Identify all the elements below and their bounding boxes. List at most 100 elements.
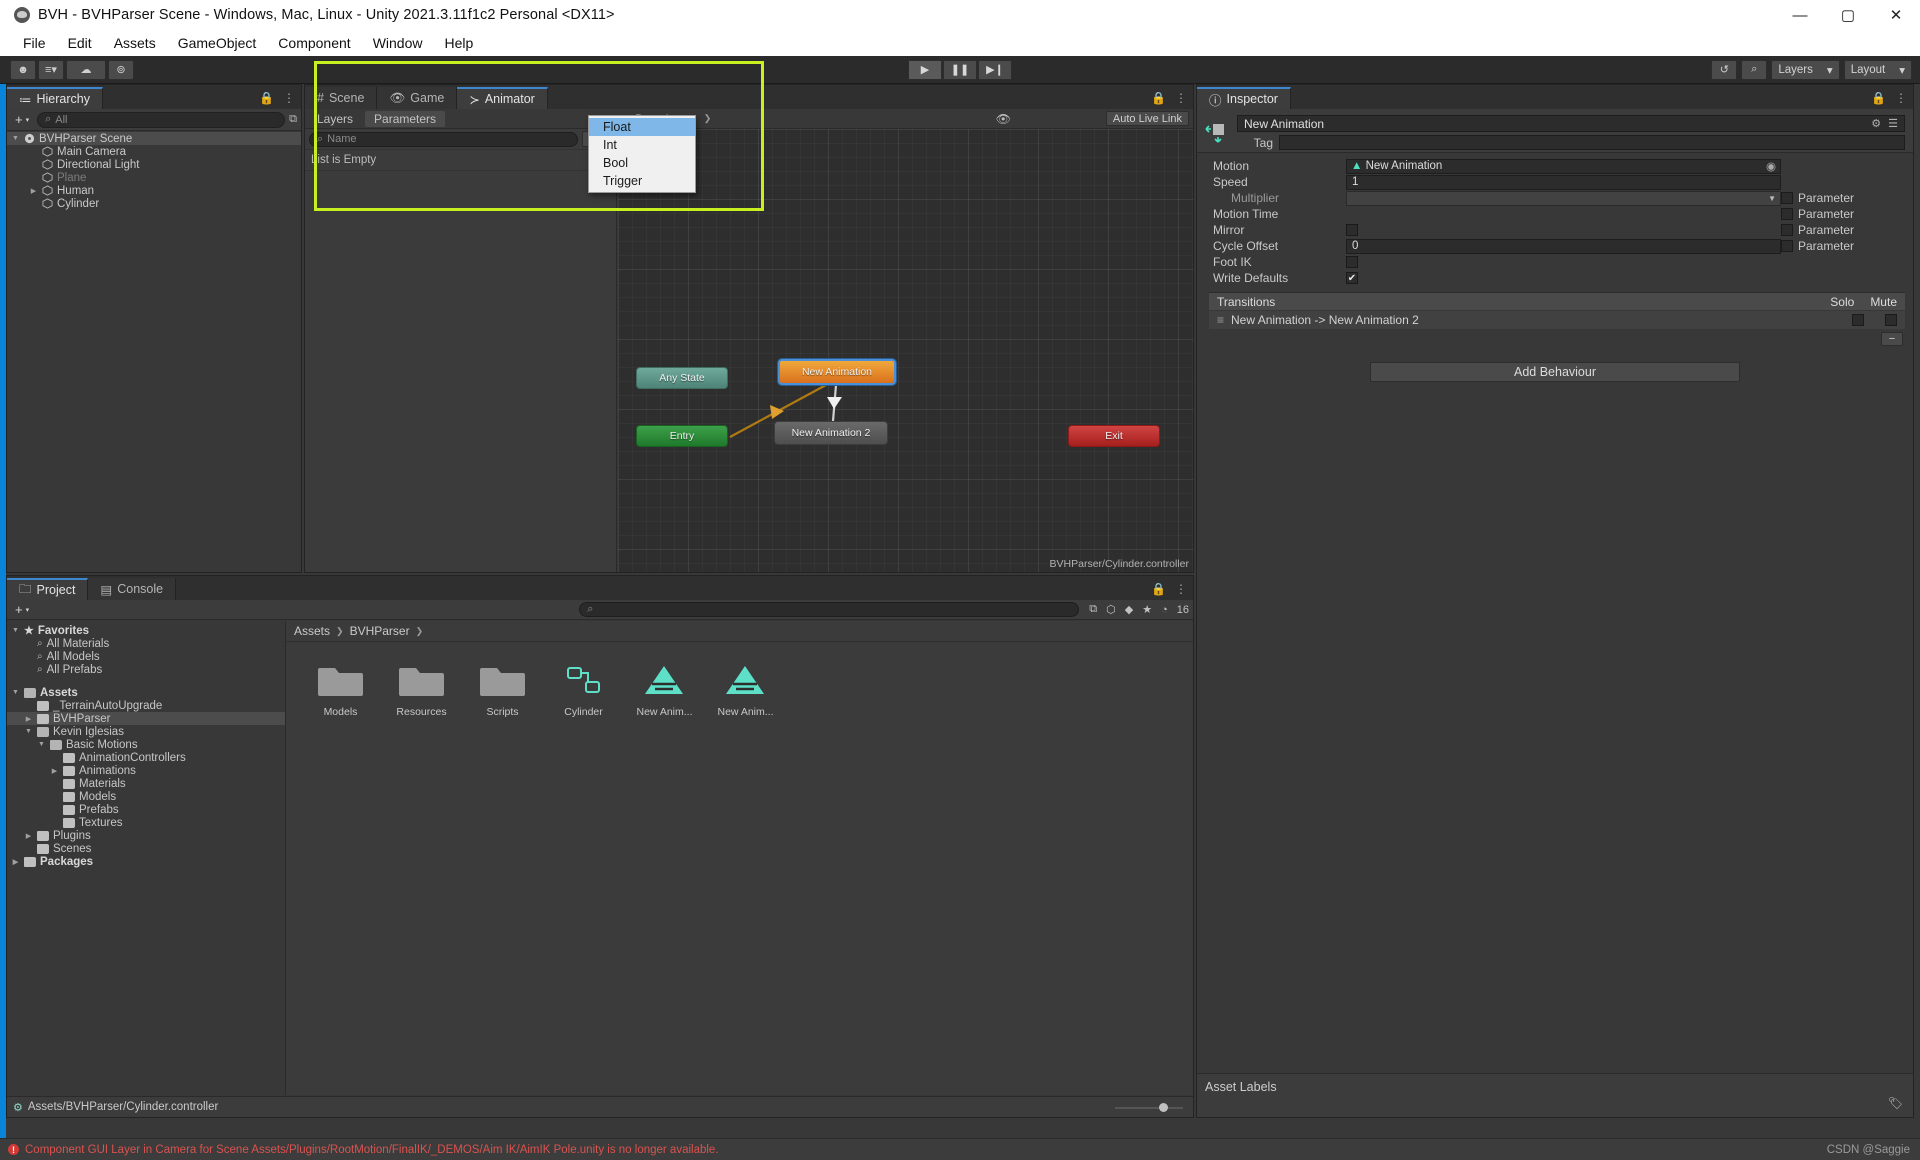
project-tree-item-textures[interactable]: Textures <box>7 816 285 829</box>
parameter-checkbox[interactable] <box>1781 208 1793 220</box>
hierarchy-item-plane[interactable]: Plane <box>7 171 301 184</box>
transition-solo-checkbox[interactable] <box>1852 314 1864 326</box>
project-tree-item-animationcontrollers[interactable]: AnimationControllers <box>7 751 285 764</box>
tab-animator[interactable]: ≻ Animator <box>457 87 548 109</box>
checkbox[interactable] <box>1346 256 1358 268</box>
account-icon[interactable]: ☻ <box>10 60 36 80</box>
hierarchy-item-cylinder[interactable]: Cylinder <box>7 197 301 210</box>
settings-icon[interactable]: ⚙ <box>1871 117 1881 130</box>
tab-inspector[interactable]: ⓘ Inspector <box>1197 87 1291 109</box>
project-tree-item-scenes[interactable]: Scenes <box>7 842 285 855</box>
object-picker-icon[interactable]: ◉ <box>1766 159 1776 173</box>
parameter-search-input[interactable]: ⌕ Name <box>309 132 578 147</box>
asset-item[interactable]: Cylinder <box>553 660 614 718</box>
state-name-input[interactable]: New Animation ⚙ ☰ <box>1237 115 1905 132</box>
project-tree-item-assets[interactable]: ▼Assets <box>7 686 285 699</box>
project-tree-item-_terrainautoupgrade[interactable]: _TerrainAutoUpgrade <box>7 699 285 712</box>
tab-console[interactable]: ▤ Console <box>88 578 176 600</box>
project-tree-item-all-materials[interactable]: ⌕All Materials <box>7 637 285 650</box>
chevron-right-icon[interactable]: ▶ <box>11 858 20 866</box>
asset-item[interactable]: Resources <box>391 660 452 718</box>
project-tree-item-prefabs[interactable]: Prefabs <box>7 803 285 816</box>
animator-state-graph[interactable]: Any State Entry New Animation New Animation… <box>618 129 1193 572</box>
chevron-right-icon[interactable]: ▶ <box>50 767 59 775</box>
number-input[interactable]: 1 <box>1346 175 1781 190</box>
drag-handle-icon[interactable]: ≡ <box>1217 313 1224 327</box>
zoom-slider[interactable] <box>1115 1107 1183 1109</box>
project-tree-item-kevin-iglesias[interactable]: ▼Kevin Iglesias <box>7 725 285 738</box>
dropdown-item-bool[interactable]: Bool <box>589 154 695 172</box>
packages-filter-icon[interactable]: ⧉ <box>1089 603 1097 616</box>
chevron-down-icon[interactable]: ▼ <box>11 627 20 634</box>
parameter-checkbox[interactable] <box>1781 240 1793 252</box>
status-bar[interactable]: ! Component GUI Layer in Camera for Scen… <box>0 1138 1920 1160</box>
asset-item[interactable]: Models <box>310 660 371 718</box>
project-add-button[interactable]: + ▾ <box>11 602 33 617</box>
kebab-menu-icon[interactable]: ⋮ <box>1175 91 1187 105</box>
zoom-slider-knob[interactable] <box>1159 1103 1168 1112</box>
menu-component[interactable]: Component <box>267 32 361 54</box>
state-node-new-animation[interactable]: New Animation <box>778 359 896 385</box>
menu-window[interactable]: Window <box>362 32 434 54</box>
close-button[interactable]: ✕ <box>1872 0 1920 30</box>
dropdown-item-float[interactable]: Float <box>589 118 695 136</box>
hierarchy-item-directional-light[interactable]: Directional Light <box>7 158 301 171</box>
project-tree-item-all-prefabs[interactable]: ⌕All Prefabs <box>7 663 285 676</box>
transition-mute-checkbox[interactable] <box>1885 314 1897 326</box>
dropdown-item-int[interactable]: Int <box>589 136 695 154</box>
layout-dropdown[interactable]: Layout ▾ <box>1844 60 1912 80</box>
preset-icon[interactable]: ☰ <box>1888 117 1898 130</box>
auto-live-link-button[interactable]: Auto Live Link <box>1106 111 1189 126</box>
type-filter-icon[interactable]: ◆ <box>1125 603 1133 616</box>
subtab-layers[interactable]: Layers <box>308 111 362 127</box>
parameter-type-dropdown[interactable]: FloatIntBoolTrigger <box>588 115 696 193</box>
asset-item[interactable]: Scripts <box>472 660 533 718</box>
project-tree-item-all-models[interactable]: ⌕All Models <box>7 650 285 663</box>
undo-history-icon[interactable]: ↺ <box>1711 60 1737 80</box>
chevron-down-icon[interactable]: ▼ <box>11 689 20 696</box>
add-behaviour-button[interactable]: Add Behaviour <box>1370 362 1740 382</box>
collab-icon[interactable]: ⊚ <box>108 60 134 80</box>
project-tree-item-favorites[interactable]: ▼★Favorites <box>7 624 285 637</box>
cloud-icon[interactable]: ☁ <box>66 60 106 80</box>
menu-edit[interactable]: Edit <box>57 32 103 54</box>
maximize-button[interactable]: ▢ <box>1824 0 1872 30</box>
parameter-checkbox[interactable] <box>1781 224 1793 236</box>
state-node-new-animation-2[interactable]: New Animation 2 <box>774 421 888 445</box>
menu-assets[interactable]: Assets <box>103 32 167 54</box>
chevron-down-icon[interactable]: ▼ <box>24 728 33 735</box>
project-tree-item-basic-motions[interactable]: ▼Basic Motions <box>7 738 285 751</box>
tab-scene[interactable]: # Scene <box>305 87 377 109</box>
menu-help[interactable]: Help <box>433 32 484 54</box>
tab-hierarchy[interactable]: ≔ Hierarchy <box>7 87 103 109</box>
breadcrumb-assets[interactable]: Assets <box>294 624 330 638</box>
state-node-entry[interactable]: Entry <box>636 425 728 447</box>
kebab-menu-icon[interactable]: ⋮ <box>1175 582 1187 596</box>
layers-dropdown[interactable]: Layers ▾ <box>1771 60 1839 80</box>
label-tag-icon[interactable]: 🏷 <box>1888 1096 1903 1110</box>
search-icon[interactable]: ⌕ <box>1741 60 1767 80</box>
tag-input[interactable] <box>1279 135 1905 150</box>
lock-icon[interactable]: 🔒 <box>1871 91 1886 105</box>
project-tree-item-plugins[interactable]: ▶Plugins <box>7 829 285 842</box>
state-node-any-state[interactable]: Any State <box>636 367 728 389</box>
motion-object-field[interactable]: ▲ New Animation◉ <box>1346 159 1781 174</box>
kebab-menu-icon[interactable]: ⋮ <box>283 91 295 105</box>
hierarchy-add-button[interactable]: + ▾ <box>11 112 33 127</box>
lock-icon[interactable]: 🔒 <box>1151 91 1166 105</box>
multiplier-dropdown[interactable]: ▼ <box>1346 191 1781 206</box>
remove-transition-button[interactable]: − <box>1881 332 1903 346</box>
project-search-input[interactable]: ⌕ <box>579 602 1079 617</box>
checkbox[interactable] <box>1346 224 1358 236</box>
minimize-button[interactable]: — <box>1776 0 1824 30</box>
parameter-checkbox[interactable] <box>1781 192 1793 204</box>
asset-item[interactable]: New Anim... <box>634 660 695 718</box>
tab-project[interactable]: 🗀 Project <box>7 578 88 600</box>
chevron-right-icon[interactable]: ▶ <box>29 187 38 195</box>
chevron-right-icon[interactable]: ▶ <box>24 832 33 840</box>
hierarchy-item-bvhparser-scene[interactable]: ▼BVHParser Scene <box>7 132 301 145</box>
asset-item[interactable]: New Anim... <box>715 660 776 718</box>
project-tree-item-animations[interactable]: ▶Animations <box>7 764 285 777</box>
label-filter-icon[interactable]: ⬡ <box>1106 603 1116 616</box>
dropdown-item-trigger[interactable]: Trigger <box>589 172 695 190</box>
